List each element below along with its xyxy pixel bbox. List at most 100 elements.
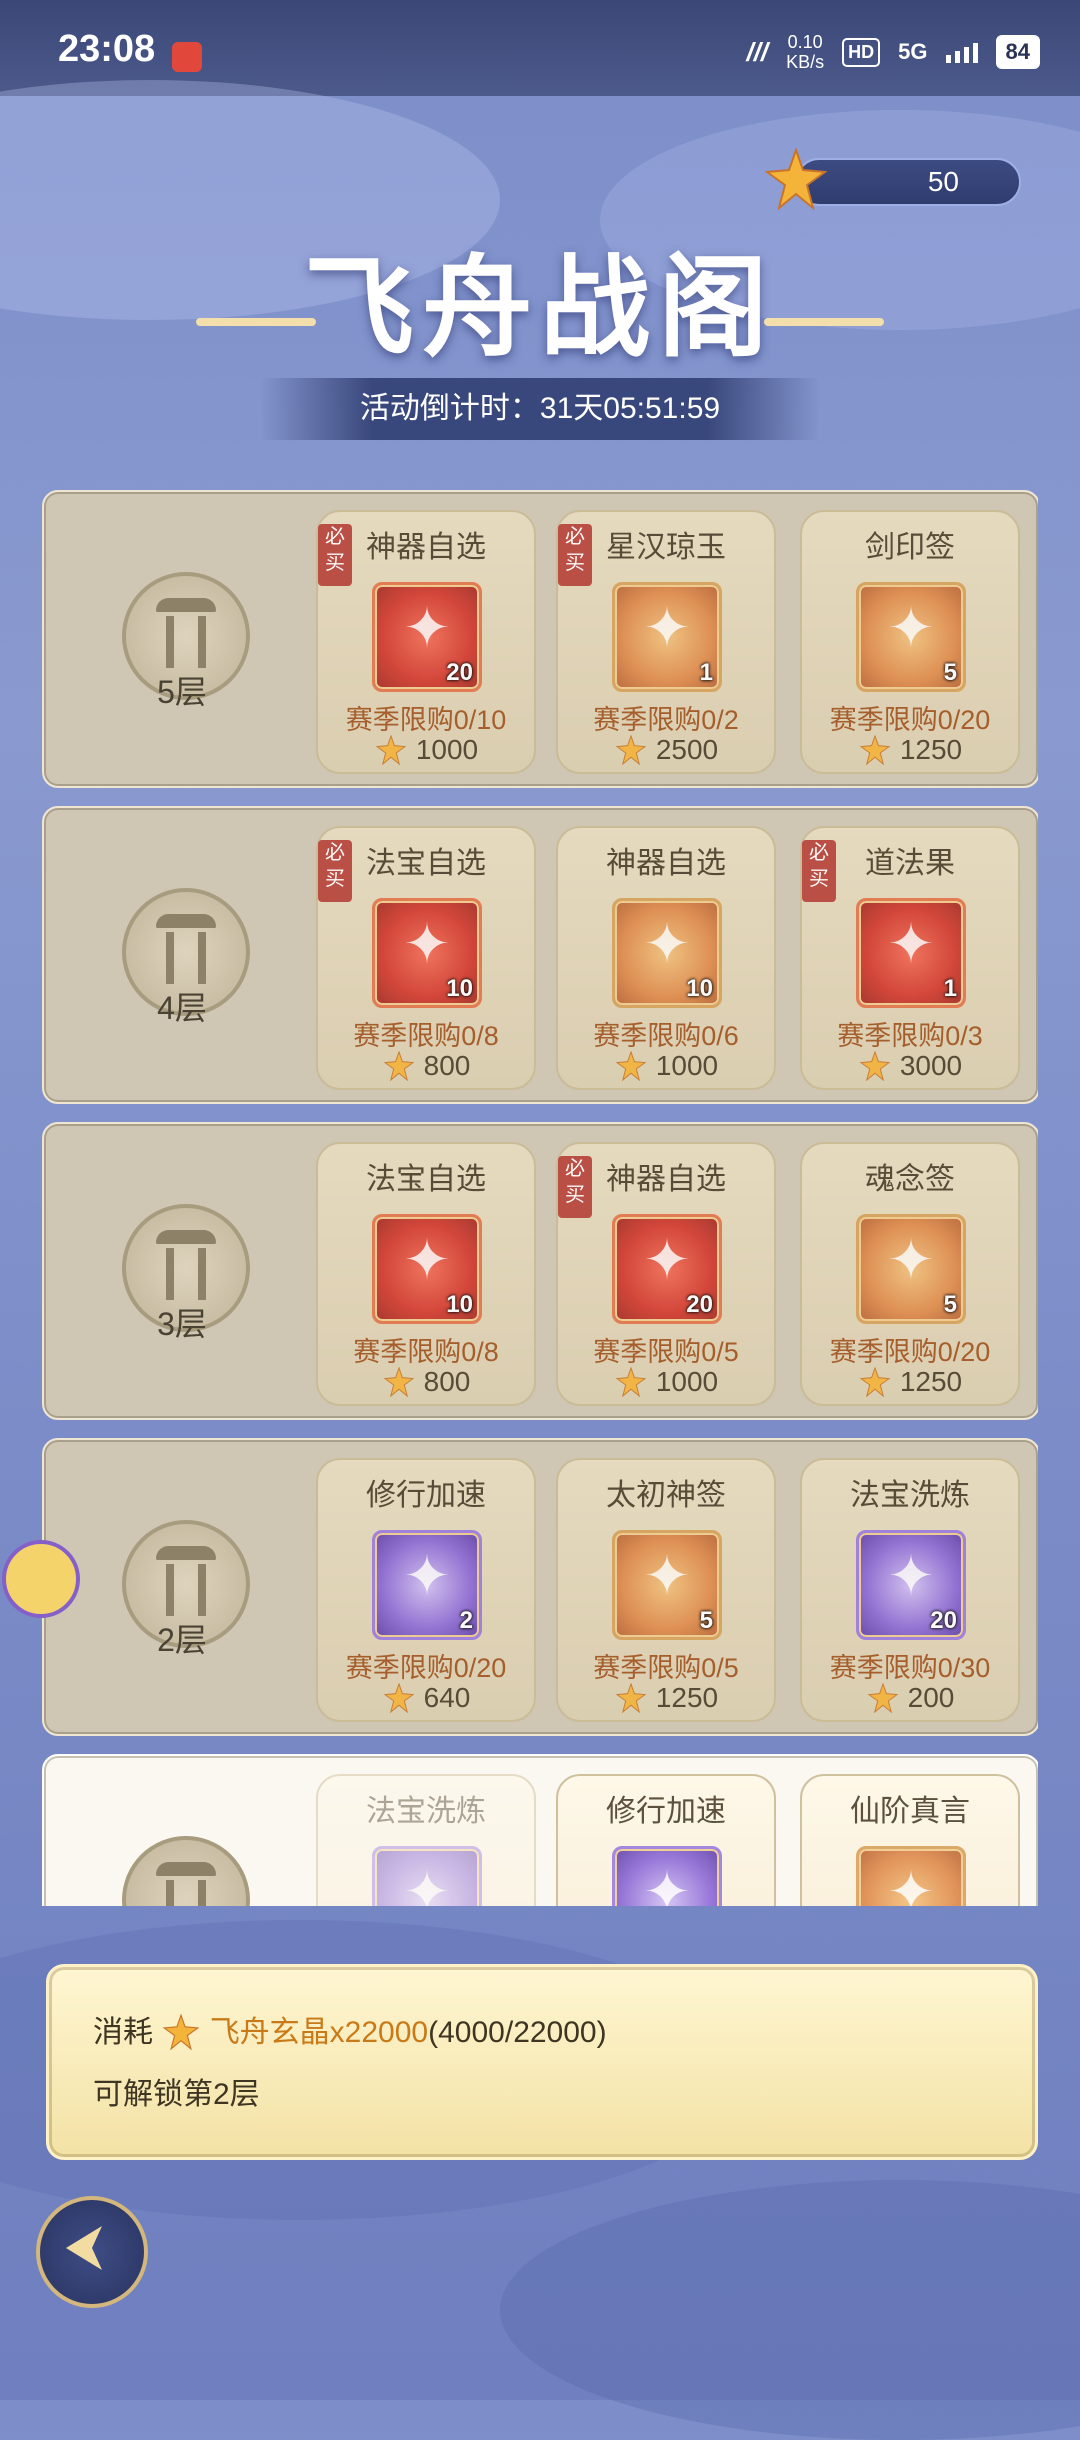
floating-assistant-icon[interactable] [2, 1540, 80, 1618]
item-count: 10 [446, 975, 473, 1002]
unlock-info-panel: 消耗 飞舟玄晶x22000(4000/22000) 可解锁第2层 [46, 1964, 1038, 2160]
item-price: 200 [802, 1682, 1018, 1714]
floor-row: 法宝洗炼 ✦ 修行加速 ✦ 仙阶真言 ✦ [42, 1754, 1038, 1906]
item-price: 1000 [318, 734, 534, 766]
floor-label: 4层 [157, 990, 207, 1026]
shop-item-card[interactable]: 修行加速 ✦ 2 赛季限购0/20 640 [316, 1458, 536, 1722]
price-value: 1250 [899, 734, 963, 765]
shop-item-card[interactable]: 星汉琼玉 必买 ✦ 1 赛季限购0/2 2500 [556, 510, 776, 774]
item-image-icon: ✦ 5 [612, 1530, 722, 1640]
shop-item-card[interactable]: 神器自选 必买 ✦ 20 赛季限购0/10 1000 [316, 510, 536, 774]
floor-label: 3层 [157, 1306, 207, 1342]
item-price: 800 [318, 1366, 534, 1398]
item-count: 5 [943, 659, 957, 686]
shop-item-card[interactable]: 修行加速 ✦ [556, 1774, 776, 1906]
price-value: 2500 [655, 734, 719, 765]
purchase-limit: 赛季限购0/3 [837, 1021, 983, 1051]
item-name: 修行加速 [606, 1794, 726, 1829]
price-value: 1250 [899, 1366, 963, 1397]
cost-prefix: 消耗 [93, 2016, 153, 2049]
item-count: 20 [686, 1291, 713, 1318]
item-price: 2500 [558, 734, 774, 766]
star-crystal-icon [858, 734, 892, 766]
item-count: 20 [930, 1607, 957, 1634]
floor-row: 5层 神器自选 必买 ✦ 20 赛季限购0/10 1000 星汉琼玉 必买 ✦ 1 赛季限购0/2 25… [42, 490, 1038, 788]
item-count: 2 [459, 1607, 473, 1634]
star-crystal-icon [382, 1682, 416, 1714]
purchase-limit: 赛季限购0/5 [593, 1337, 739, 1367]
shop-item-card[interactable]: 法宝洗炼 ✦ 20 赛季限购0/30 200 [800, 1458, 1020, 1722]
item-count: 5 [699, 1607, 713, 1634]
item-name: 太初神签 [606, 1478, 726, 1513]
floor-row: 3层 法宝自选 ✦ 10 赛季限购0/8 800 神器自选 必买 ✦ 20 赛季限购0/5 1000 魂… [42, 1122, 1038, 1420]
shop-item-card[interactable]: 法宝洗炼 ✦ [316, 1774, 536, 1906]
shop-item-card[interactable]: 神器自选 ✦ 10 赛季限购0/6 1000 [556, 826, 776, 1090]
currency-display: 50 [764, 146, 1021, 211]
price-value: 800 [423, 1366, 471, 1397]
back-arrow-icon [66, 2226, 102, 2270]
star-crystal-icon [858, 1366, 892, 1398]
floor-label: 5层 [157, 674, 207, 710]
shop-item-card[interactable]: 法宝自选 必买 ✦ 10 赛季限购0/8 800 [316, 826, 536, 1090]
background-swirl [500, 2180, 1080, 2440]
battery-icon: 84 [995, 35, 1040, 69]
star-crystal-icon [614, 1366, 648, 1398]
shop-item-card[interactable]: 魂念签 ✦ 5 赛季限购0/20 1250 [800, 1142, 1020, 1406]
item-name: 法宝洗炼 [850, 1478, 970, 1513]
item-name: 剑印签 [865, 530, 955, 565]
item-price: 1250 [802, 734, 1018, 766]
item-name: 法宝自选 [366, 1162, 486, 1197]
back-button[interactable] [36, 2196, 148, 2308]
title-decoration-right [764, 318, 884, 326]
item-count: 5 [943, 1291, 957, 1318]
must-buy-tag: 必买 [318, 840, 352, 902]
net-speed-unit: KB/s [786, 52, 825, 72]
item-image-icon: ✦ 1 [856, 898, 966, 1008]
shop-item-card[interactable]: 神器自选 必买 ✦ 20 赛季限购0/5 1000 [556, 1142, 776, 1406]
item-count: 10 [686, 975, 713, 1002]
star-crystal-icon [866, 1682, 900, 1714]
item-image-icon: ✦ 2 [372, 1530, 482, 1640]
shop-item-card[interactable]: 道法果 必买 ✦ 1 赛季限购0/3 3000 [800, 826, 1020, 1090]
purchase-limit: 赛季限购0/2 [593, 705, 739, 735]
shop-item-card[interactable]: 剑印签 ✦ 5 赛季限购0/20 1250 [800, 510, 1020, 774]
net-speed: 0.10 KB/s [786, 32, 824, 72]
cost-item: 飞舟玄晶x22000 [209, 2016, 429, 2049]
item-count: 10 [446, 1291, 473, 1318]
title-decoration-left [196, 318, 316, 326]
shop-item-card[interactable]: 法宝自选 ✦ 10 赛季限购0/8 800 [316, 1142, 536, 1406]
price-value: 800 [423, 1050, 471, 1081]
purchase-limit: 赛季限购0/20 [829, 705, 991, 735]
item-image-icon: ✦ [612, 1846, 722, 1906]
purchase-limit: 赛季限购0/6 [593, 1021, 739, 1051]
item-price: 3000 [802, 1050, 1018, 1082]
must-buy-tag: 必买 [558, 524, 592, 586]
price-value: 200 [907, 1682, 955, 1713]
shop-item-card[interactable]: 太初神签 ✦ 5 赛季限购0/5 1250 [556, 1458, 776, 1722]
item-count: 1 [943, 975, 957, 1002]
floor-list[interactable]: 5层 神器自选 必买 ✦ 20 赛季限购0/10 1000 星汉琼玉 必买 ✦ 1 赛季限购0/2 25… [42, 490, 1038, 1906]
purchase-limit: 赛季限购0/8 [353, 1337, 499, 1367]
item-price: 1000 [558, 1366, 774, 1398]
star-crystal-icon [382, 1366, 416, 1398]
item-name: 神器自选 [606, 846, 726, 881]
star-crystal-icon [614, 734, 648, 766]
app-notification-icon [172, 42, 202, 72]
must-buy-tag: 必买 [318, 524, 352, 586]
item-image-icon: ✦ [856, 1846, 966, 1906]
item-image-icon: ✦ 20 [372, 582, 482, 692]
must-buy-tag: 必买 [558, 1156, 592, 1218]
item-image-icon: ✦ 1 [612, 582, 722, 692]
net-speed-value: 0.10 [787, 32, 823, 52]
purchase-limit: 赛季限购0/10 [345, 705, 507, 735]
item-image-icon: ✦ 5 [856, 1214, 966, 1324]
item-price: 1250 [558, 1682, 774, 1714]
item-count: 20 [446, 659, 473, 686]
item-name: 魂念签 [865, 1162, 955, 1197]
star-crystal-icon [374, 734, 408, 766]
star-crystal-icon [161, 2013, 201, 2051]
price-value: 1000 [655, 1366, 719, 1397]
shop-item-card[interactable]: 仙阶真言 ✦ [800, 1774, 1020, 1906]
item-image-icon: ✦ 5 [856, 582, 966, 692]
item-count: 1 [699, 659, 713, 686]
